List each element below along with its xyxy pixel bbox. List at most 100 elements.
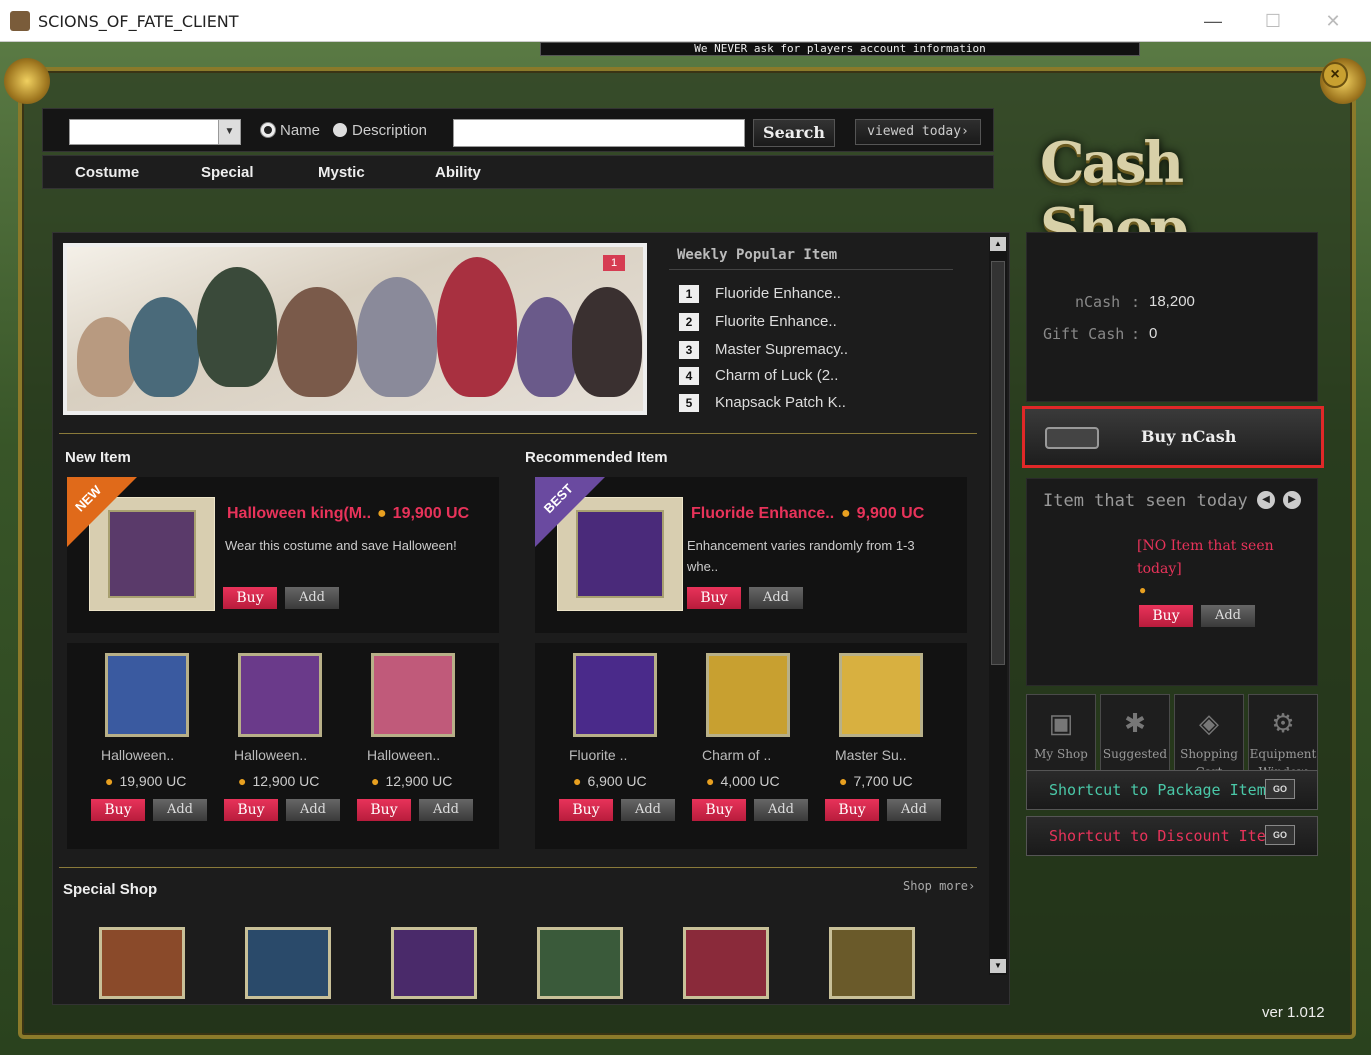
add-button[interactable]: Add [419, 799, 473, 821]
special-item[interactable] [829, 927, 915, 999]
special-item[interactable] [99, 927, 185, 999]
add-button[interactable]: Add [621, 799, 675, 821]
viewed-today-button[interactable]: viewed today› [855, 119, 981, 145]
best-tag-icon: BEST [535, 477, 605, 547]
next-icon[interactable]: ▶ [1283, 491, 1301, 509]
item-thumbnail[interactable] [371, 653, 455, 737]
add-button[interactable]: Add [286, 799, 340, 821]
buy-button[interactable]: Buy [224, 799, 278, 821]
item-name[interactable]: Master Su.. [835, 747, 907, 763]
weekly-item[interactable]: 1 Fluoride Enhance.. [679, 285, 841, 303]
tab-costume[interactable]: Costume [75, 164, 139, 181]
item-price: ● 7,700 UC [839, 773, 913, 789]
buy-button[interactable]: Buy [1139, 605, 1193, 627]
buy-button[interactable]: Buy [687, 587, 741, 609]
list-item: Master Su.. ● 7,700 UC Buy Add [823, 643, 955, 849]
list-item: Halloween.. ● 12,900 UC Buy Add [355, 643, 487, 849]
coin-icon: ● [238, 773, 247, 789]
minimize-button[interactable]: — [1198, 8, 1228, 34]
add-button[interactable]: Add [153, 799, 207, 821]
special-item[interactable] [245, 927, 331, 999]
figure-icon: ✱ [1124, 708, 1146, 738]
category-select[interactable]: ▼ [69, 119, 241, 145]
notice-bar: We NEVER ask for players account informa… [540, 42, 1140, 56]
gift-cash-value: 0 [1149, 325, 1158, 342]
special-item[interactable] [537, 927, 623, 999]
maximize-button[interactable]: ☐ [1258, 8, 1288, 34]
special-item[interactable] [683, 927, 769, 999]
buy-button[interactable]: Buy [223, 587, 277, 609]
gift-cash-label: Gift Cash [1043, 325, 1125, 343]
prev-icon[interactable]: ◀ [1257, 491, 1275, 509]
recommended-item-title: Recommended Item [525, 449, 668, 466]
close-window-button[interactable]: ✕ [1318, 8, 1348, 34]
item-name[interactable]: Fluorite .. [569, 747, 627, 763]
radio-description-label: Description [352, 122, 428, 139]
coin-icon: ● [573, 773, 582, 789]
item-name[interactable]: Halloween.. [234, 747, 307, 763]
buy-button[interactable]: Buy [825, 799, 879, 821]
chevron-down-icon[interactable]: ▼ [218, 120, 240, 144]
special-item[interactable] [391, 927, 477, 999]
window-titlebar: SCIONS_OF_FATE_CLIENT — ☐ ✕ [0, 0, 1371, 42]
scroll-up-icon[interactable]: ▲ [990, 237, 1006, 251]
item-name[interactable]: Halloween.. [367, 747, 440, 763]
buy-button[interactable]: Buy [357, 799, 411, 821]
list-item: Halloween.. ● 19,900 UC Buy Add [89, 643, 221, 849]
add-button[interactable]: Add [285, 587, 339, 609]
item-thumbnail[interactable] [105, 653, 189, 737]
radio-name[interactable]: Name [261, 122, 320, 139]
buy-button[interactable]: Buy [91, 799, 145, 821]
gear-icon: ⚙ [1271, 708, 1295, 738]
item-name[interactable]: Charm of .. [702, 747, 771, 763]
shortcut-discount-button[interactable]: Shortcut to Discount Item GO [1026, 816, 1318, 856]
seen-today-header: Item that seen today [1043, 491, 1248, 511]
close-shop-button[interactable]: × [1322, 62, 1348, 88]
featured-item-name[interactable]: Halloween king(M.. [227, 505, 371, 523]
add-button[interactable]: Add [754, 799, 808, 821]
weekly-item[interactable]: 2 Fluorite Enhance.. [679, 313, 837, 331]
featured-item-name[interactable]: Fluoride Enhance.. [691, 505, 834, 523]
weekly-item[interactable]: 4 Charm of Luck (2.. [679, 367, 838, 385]
promo-banner[interactable]: 1 [63, 243, 647, 415]
radio-unchecked-icon [333, 123, 347, 137]
scrollbar[interactable]: ▲ ▼ [989, 237, 1007, 975]
shortcut-package-button[interactable]: Shortcut to Package Item GO [1026, 770, 1318, 810]
tab-special[interactable]: Special [201, 164, 254, 181]
battery-icon [1045, 427, 1099, 449]
go-icon: GO [1265, 825, 1295, 845]
weekly-item[interactable]: 3 Master Supremacy.. [679, 341, 848, 359]
ncash-value: 18,200 [1149, 293, 1195, 310]
buy-button[interactable]: Buy [692, 799, 746, 821]
item-name[interactable]: Halloween.. [101, 747, 174, 763]
tab-mystic[interactable]: Mystic [318, 164, 365, 181]
add-button[interactable]: Add [1201, 605, 1255, 627]
item-thumbnail[interactable] [706, 653, 790, 737]
radio-name-label: Name [280, 122, 321, 139]
search-input[interactable] [453, 119, 745, 147]
ornament-corner-icon [4, 58, 50, 104]
coin-icon: ● [1139, 583, 1147, 597]
item-thumbnail[interactable] [238, 653, 322, 737]
buy-ncash-button[interactable]: Buy nCash [1022, 406, 1324, 468]
coin-icon: ● [839, 773, 848, 789]
new-tag-icon: NEW [67, 477, 137, 547]
banner-page-indicator[interactable]: 1 [603, 255, 625, 271]
scroll-down-icon[interactable]: ▼ [990, 959, 1006, 973]
shop-more-link[interactable]: Shop more› [903, 879, 975, 893]
tab-ability[interactable]: Ability [435, 164, 481, 181]
radio-checked-icon [261, 123, 275, 137]
add-button[interactable]: Add [749, 587, 803, 609]
item-thumbnail[interactable] [839, 653, 923, 737]
search-button[interactable]: Search [753, 119, 835, 147]
buy-button[interactable]: Buy [559, 799, 613, 821]
scroll-thumb[interactable] [991, 261, 1005, 665]
cash-shop-logo: Cash Shop [1040, 130, 1189, 262]
item-price: ● 6,900 UC [573, 773, 647, 789]
new-item-title: New Item [65, 449, 131, 466]
weekly-item[interactable]: 5 Knapsack Patch K.. [679, 394, 846, 412]
add-button[interactable]: Add [887, 799, 941, 821]
radio-description[interactable]: Description [333, 122, 427, 139]
item-thumbnail[interactable] [573, 653, 657, 737]
recommended-item-grid: Fluorite .. ● 6,900 UC Buy Add Charm of .… [535, 643, 967, 849]
